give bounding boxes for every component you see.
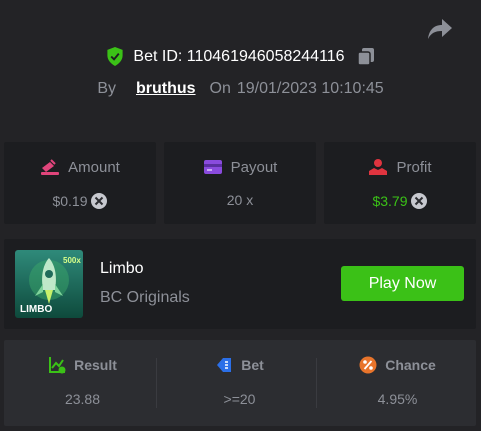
payout-value: 20 x [226,192,254,208]
amount-card: Amount $0.19 [4,142,156,224]
bet-id-row: Bet ID: 110461946058244116 [0,47,481,66]
chance-label: Chance [385,357,436,373]
amount-icon [41,159,60,175]
profit-label-row: Profit [324,158,476,176]
coin-icon [90,193,107,209]
payout-card: Payout 20 x [164,142,316,224]
result-value: 23.88 [64,391,101,407]
profit-card: Profit $3.79 [324,142,476,224]
bet-id-text: Bet ID: 110461946058244116 [133,47,345,65]
profit-value: $3.79 [372,193,408,209]
thumb-logo-text: LIMBO [20,304,52,315]
play-now-button[interactable]: Play Now [341,266,464,301]
bet-label-row: Bet [161,356,318,374]
bet-label: Bet [241,357,264,373]
result-column: Result 23.88 [4,340,161,426]
profit-value-row: $3.79 [324,192,476,210]
divider [316,358,317,408]
bet-column: Bet >=20 [161,340,318,426]
result-panel: Result 23.88 Bet >=20 Chance 4.95% [4,340,476,426]
bet-tag-icon [217,358,232,372]
game-provider: BC Originals [100,289,190,306]
verified-shield-icon [107,47,124,66]
amount-label-row: Amount [4,158,156,176]
username-link[interactable]: bruthus [136,80,196,98]
profit-label: Profit [396,158,432,176]
amount-value-row: $0.19 [4,192,156,210]
chance-label-row: Chance [319,356,476,374]
payout-label-row: Payout [164,158,316,176]
coin-icon [410,193,427,209]
game-card: 500x LIMBO Limbo BC Originals Play Now [4,239,476,329]
percent-icon [359,356,377,374]
bet-datetime: 19/01/2023 10:10:45 [236,80,384,97]
bet-meta-row: By bruthus On 19/01/2023 10:10:45 [0,80,481,98]
limbo-thumbnail[interactable]: 500x LIMBO [15,250,83,318]
result-label-row: Result [4,356,161,374]
on-label: On [209,80,231,97]
chance-value: 4.95% [377,391,418,407]
payout-label: Payout [230,158,278,176]
divider [156,358,157,408]
result-chart-icon [49,357,66,374]
amount-label: Amount [68,158,120,176]
bet-value: >=20 [223,391,256,407]
chance-column: Chance 4.95% [319,340,476,426]
payout-value-row: 20 x [164,192,316,208]
thumb-badge-text: 500x [63,256,81,265]
amount-value: $0.19 [52,193,88,209]
result-label: Result [74,357,117,373]
payout-icon [203,160,222,174]
game-name: Limbo [100,260,144,277]
profit-icon [369,159,388,175]
share-icon[interactable] [427,17,453,41]
copy-icon[interactable] [356,47,375,66]
by-label: By [97,80,116,97]
